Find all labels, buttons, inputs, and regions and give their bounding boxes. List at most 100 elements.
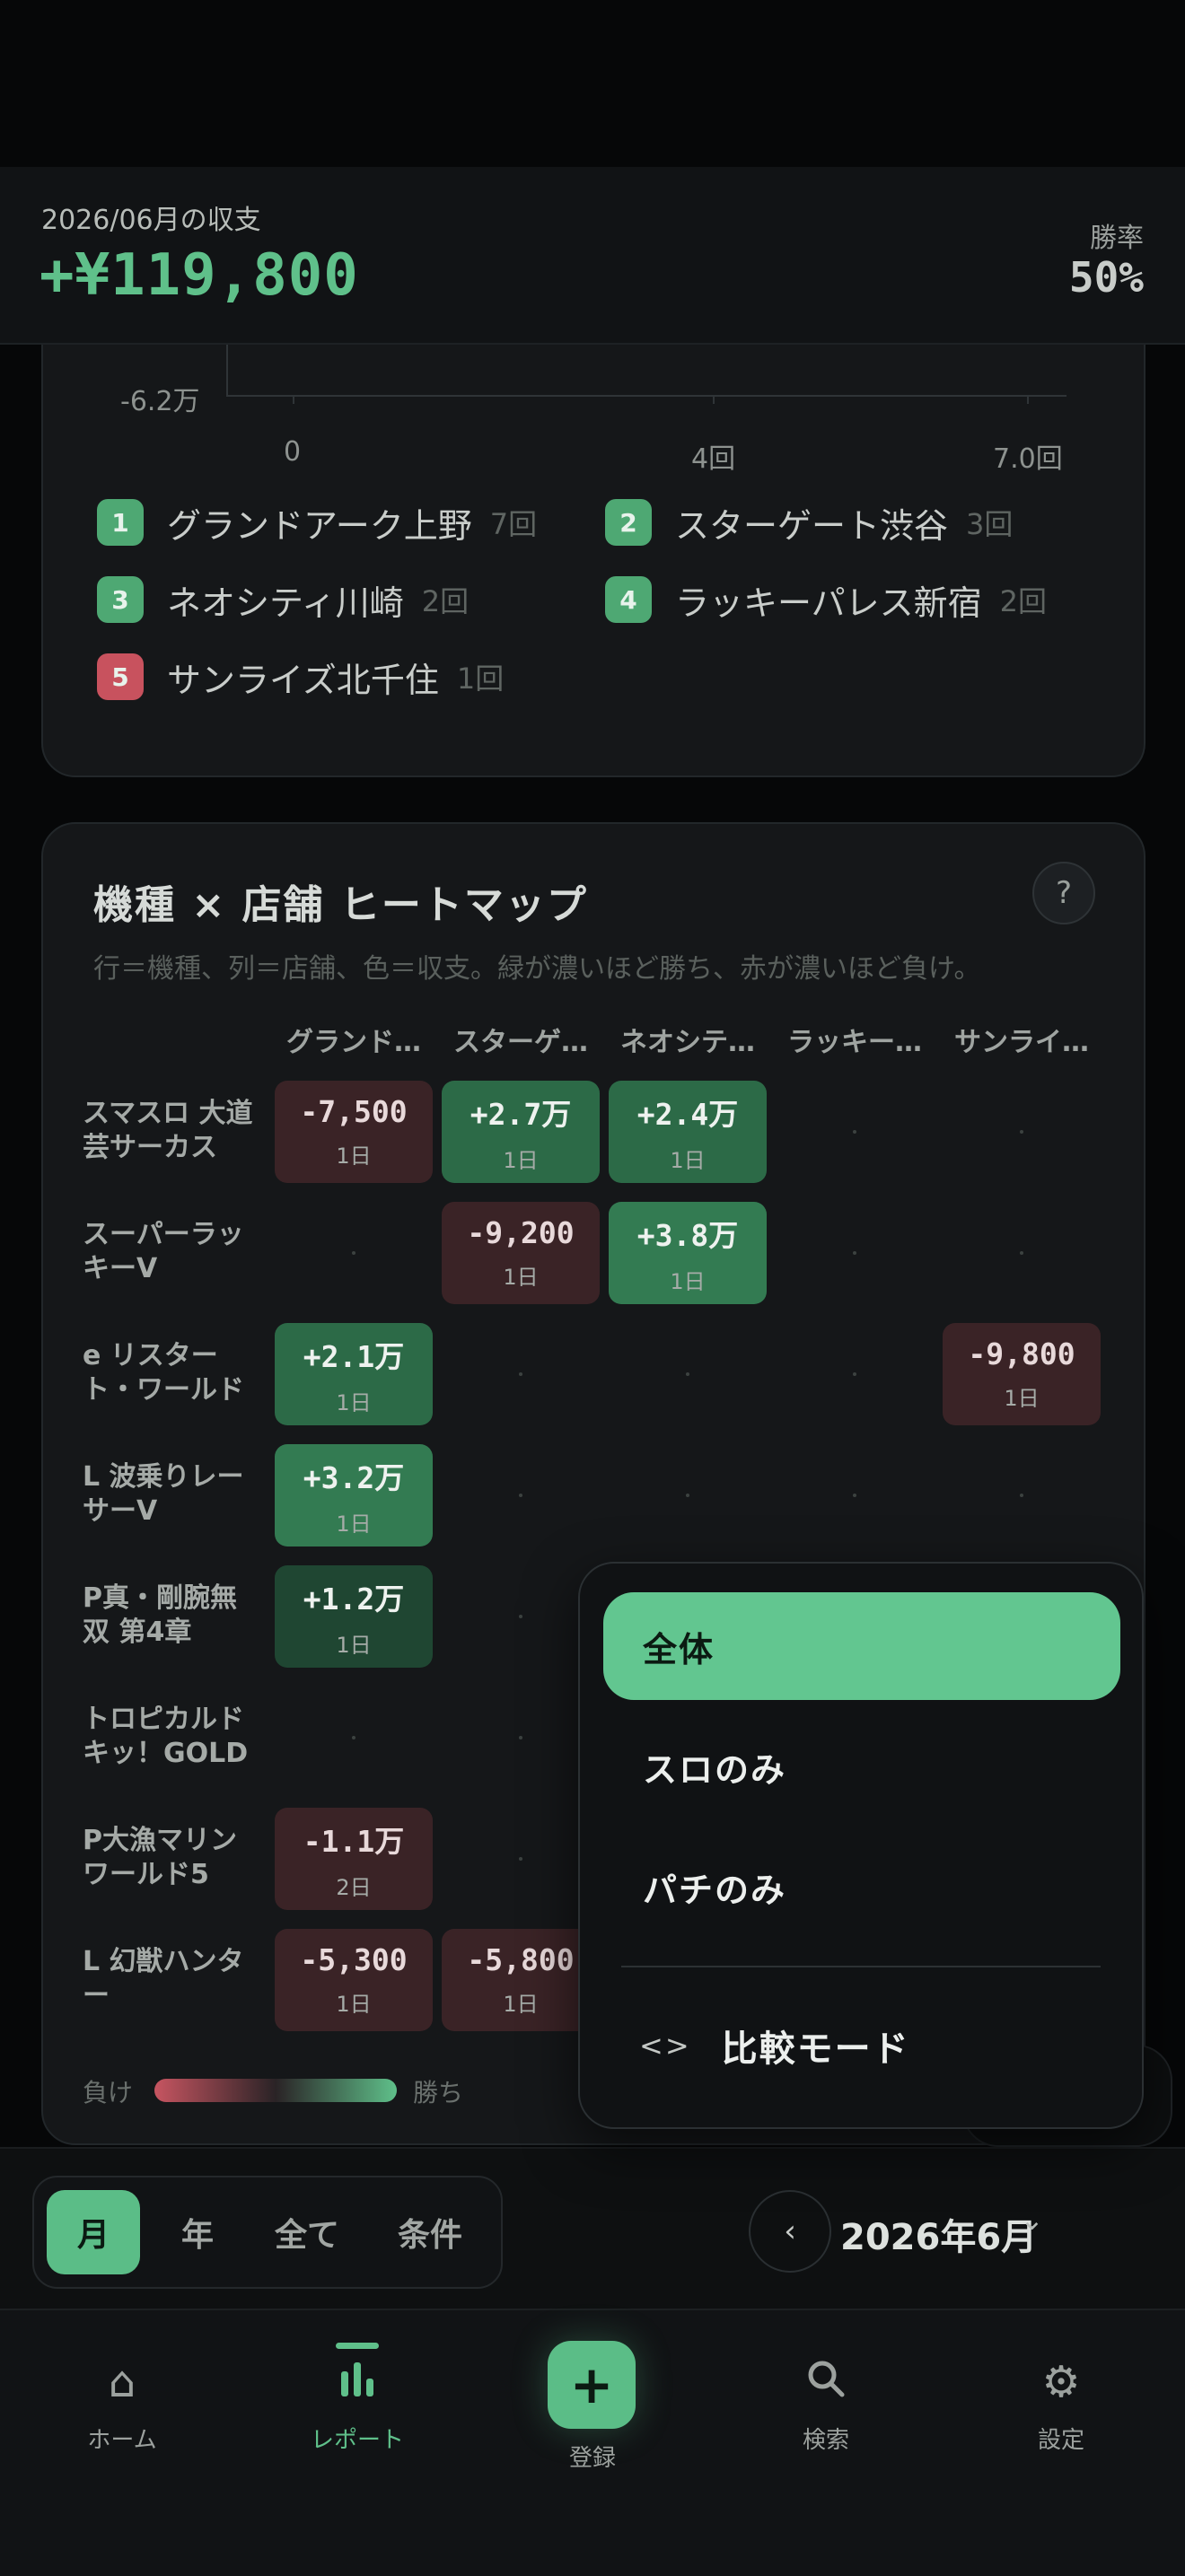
empty-cell-dot xyxy=(853,1130,856,1134)
heatmap-cell[interactable]: +1.2万 1日 xyxy=(275,1565,433,1668)
empty-cell-dot xyxy=(853,1494,856,1497)
empty-cell-dot xyxy=(853,1372,856,1376)
tab-report-label: レポート xyxy=(310,2427,404,2454)
heatmap-cell[interactable]: +2.1万 1日 xyxy=(275,1323,433,1425)
y-tick-label: -6.2万 xyxy=(120,386,200,417)
cell-value: +1.2万 xyxy=(303,1581,405,1617)
rank-badge: 2 xyxy=(605,499,652,546)
period-toolbar: 月 年 全て 条件 ‹ 2026年6月 ⌄ xyxy=(0,2147,1185,2310)
segment-month[interactable]: 月 xyxy=(47,2190,140,2274)
compare-mode-button[interactable]: <> 比較モード xyxy=(639,2020,910,2072)
heatmap-column-header: スターゲ… xyxy=(453,1027,588,1058)
help-button[interactable]: ? xyxy=(1032,862,1095,924)
heatmap-row-header: トロピカルドキッ！GOLD xyxy=(83,1704,249,1769)
filter-menu: 全体 スロのみ パチのみ <> 比較モード xyxy=(578,1562,1144,2129)
heatmap-cell[interactable]: +3.2万 1日 xyxy=(275,1444,433,1546)
summary-total: +¥119,800 xyxy=(40,242,359,309)
rank-badge: 1 xyxy=(97,499,144,546)
store-ranking-card: -6.2万 0 4回 7.0回 1 グランドアーク上野 7回 2 スターゲート渋谷 3回 3… xyxy=(41,296,1146,777)
cell-value: +2.4万 xyxy=(636,1096,739,1132)
heatmap-row-header: P大漁マリンワールド5 xyxy=(83,1825,237,1890)
empty-cell-dot xyxy=(853,1251,856,1255)
search-icon xyxy=(736,2357,916,2411)
empty-cell-dot xyxy=(1020,1494,1023,1497)
visit-count: 3回 xyxy=(966,507,1014,541)
filter-option-slot-only[interactable]: スロのみ xyxy=(603,1713,1120,1820)
segment-condition[interactable]: 条件 xyxy=(372,2190,488,2274)
tab-search-label: 検索 xyxy=(802,2427,849,2454)
heatmap-cell[interactable]: -9,800 1日 xyxy=(943,1323,1101,1425)
summary-period-label: 2026/06月の収支 xyxy=(41,205,261,236)
legend-gradient-bar xyxy=(154,2079,397,2102)
tab-report[interactable]: レポート xyxy=(268,2310,447,2508)
bar-chart-icon-svg xyxy=(341,2362,373,2396)
store-name: スターゲート渋谷 xyxy=(675,505,949,546)
period-selector[interactable]: 2026年6月 xyxy=(840,2208,1037,2260)
rank-badge: 4 xyxy=(605,576,652,623)
cell-days: 1日 xyxy=(336,1143,372,1169)
empty-cell-dot xyxy=(1020,1130,1023,1134)
heatmap-row-header: P真・剛腕無双 第4章 xyxy=(83,1582,237,1648)
segment-all[interactable]: 全て xyxy=(251,2190,363,2274)
cell-value: -5,800 xyxy=(467,1942,575,1977)
home-icon: ⌂ xyxy=(108,2357,136,2407)
heatmap-cell[interactable]: -7,500 1日 xyxy=(275,1081,433,1183)
cell-days: 1日 xyxy=(503,1265,539,1290)
store-ranking-item: 3 ネオシティ川崎 2回 xyxy=(97,574,469,625)
tab-settings[interactable]: ⚙ 設定 xyxy=(971,2310,1151,2508)
tab-register-label: 登録 xyxy=(568,2445,616,2472)
heatmap-row-header: スーパーラッキーV xyxy=(83,1219,244,1284)
prev-period-button[interactable]: ‹ xyxy=(749,2190,831,2273)
cell-days: 1日 xyxy=(336,1389,372,1415)
gear-icon: ⚙ xyxy=(1041,2357,1081,2407)
cell-value: -9,800 xyxy=(968,1336,1075,1371)
tab-home[interactable]: ⌂ ホーム xyxy=(32,2310,212,2508)
cell-days: 1日 xyxy=(336,1632,372,1658)
heatmap-cell[interactable]: -1.1万 2日 xyxy=(275,1808,433,1910)
cell-days: 1日 xyxy=(503,1147,539,1173)
tab-settings-label: 設定 xyxy=(1037,2427,1084,2454)
legend-win-label: 勝ち xyxy=(413,2078,464,2107)
cell-days: 1日 xyxy=(670,1268,706,1294)
heatmap-column-header: ラッキー… xyxy=(787,1027,922,1058)
x-tick-label: 4回 xyxy=(691,443,736,475)
cell-days: 1日 xyxy=(336,1992,372,2017)
cell-value: -5,300 xyxy=(300,1942,408,1977)
cell-value: +2.1万 xyxy=(303,1338,405,1374)
heatmap-cell[interactable]: +2.4万 1日 xyxy=(609,1081,767,1183)
tab-register[interactable]: + 登録 xyxy=(503,2310,682,2508)
heatmap-cell[interactable]: -5,800 1日 xyxy=(442,1929,600,2031)
segment-year[interactable]: 年 xyxy=(151,2190,244,2274)
bottom-tab-bar: ⌂ ホーム レポート + 登録 検索 ⚙ 設定 xyxy=(0,2309,1185,2576)
menu-divider xyxy=(621,1966,1101,1967)
filter-option-pachinko-only[interactable]: パチのみ xyxy=(603,1833,1120,1941)
cell-days: 1日 xyxy=(336,1511,372,1537)
heatmap-cell[interactable]: -9,200 1日 xyxy=(442,1202,600,1304)
summary-header: 2026/06月の収支 +¥119,800 勝率 50% xyxy=(0,167,1185,345)
search-icon-svg xyxy=(808,2361,845,2397)
empty-cell-dot xyxy=(519,1372,522,1376)
cell-value: +2.7万 xyxy=(470,1096,572,1132)
filter-option-all[interactable]: 全体 xyxy=(603,1592,1120,1700)
add-icon: + xyxy=(548,2341,636,2429)
tab-search[interactable]: 検索 xyxy=(736,2310,916,2508)
empty-cell-dot xyxy=(519,1736,522,1739)
period-segmented-control: 月 年 全て 条件 xyxy=(32,2176,503,2289)
heatmap-row-header: スマスロ 大道芸サーカス xyxy=(83,1098,253,1163)
heatmap-cell[interactable]: +3.8万 1日 xyxy=(609,1202,767,1304)
empty-cell-dot xyxy=(686,1494,689,1497)
store-name: サンライズ北千住 xyxy=(167,660,439,700)
cell-value: -9,200 xyxy=(467,1215,575,1250)
store-name: グランドアーク上野 xyxy=(167,505,472,546)
cell-value: -1.1万 xyxy=(303,1823,405,1859)
store-name: ネオシティ川崎 xyxy=(167,583,404,623)
cell-days: 1日 xyxy=(1004,1386,1040,1411)
chevron-down-icon[interactable]: ⌄ xyxy=(1020,2203,1044,2237)
x-axis-line xyxy=(226,395,1066,397)
store-ranking-item: 5 サンライズ北千住 1回 xyxy=(97,652,504,702)
heatmap-cell[interactable]: +2.7万 1日 xyxy=(442,1081,600,1183)
code-compare-icon: <> xyxy=(639,2028,691,2063)
chevron-left-icon: ‹ xyxy=(784,2213,796,2249)
heatmap-cell[interactable]: -5,300 1日 xyxy=(275,1929,433,2031)
empty-cell-dot xyxy=(1020,1251,1023,1255)
